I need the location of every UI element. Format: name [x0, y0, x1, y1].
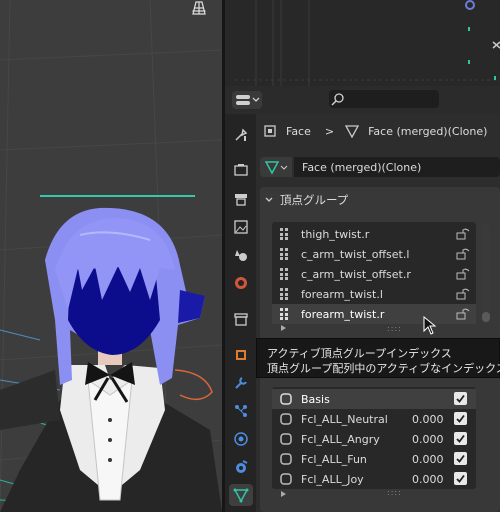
breadcrumb-object: Face — [286, 124, 311, 138]
list-item-active[interactable]: Basis — [272, 389, 476, 409]
editor-type-button[interactable] — [232, 91, 262, 109]
vertex-group-icon — [280, 268, 288, 280]
mesh-browse-button[interactable] — [260, 157, 292, 177]
tab-view-layer[interactable] — [229, 216, 253, 238]
vertex-group-icon — [280, 308, 288, 320]
list-item[interactable]: c_arm_twist_offset.l — [272, 244, 476, 264]
vertex-groups-header[interactable]: 頂点グループ — [260, 188, 348, 212]
shape-key-icon — [280, 433, 292, 445]
shape-key-label: Fcl_ALL_Angry — [301, 432, 380, 446]
list-item[interactable]: Fcl_ALL_Angry 0.000 — [272, 429, 476, 449]
shape-key-icon — [280, 413, 292, 425]
vertex-group-label: forearm_twist.l — [301, 287, 383, 301]
list-item[interactable]: c_arm_twist_offset.r — [272, 264, 476, 284]
properties-content: Face > Face (merged)(Clone) Face (merged… — [256, 114, 500, 512]
shape-key-label: Fcl_ALL_Fun — [301, 452, 367, 466]
tab-collection[interactable] — [229, 308, 253, 330]
shape-key-value[interactable]: 0.000 — [412, 453, 452, 466]
unlock-icon[interactable] — [456, 268, 470, 280]
tab-render[interactable] — [229, 159, 253, 181]
shape-key-value[interactable]: 0.000 — [412, 433, 452, 446]
tab-scene[interactable] — [229, 244, 253, 266]
vertex-groups-title: 頂点グループ — [280, 193, 349, 207]
shape-key-value[interactable]: 0.000 — [412, 413, 452, 426]
shape-key-checkbox[interactable] — [454, 412, 467, 425]
mouse-cursor-icon — [423, 316, 437, 335]
list-item[interactable]: forearm_twist.l — [272, 284, 476, 304]
list-item[interactable]: Fcl_ALL_Joy 0.000 — [272, 469, 476, 489]
list-item[interactable]: Fcl_ALL_Fun 0.000 — [272, 449, 476, 469]
shape-key-icon — [280, 393, 292, 405]
chevron-down-icon — [265, 197, 273, 202]
unlock-icon[interactable] — [456, 228, 470, 240]
grid-icon[interactable] — [188, 0, 210, 18]
shape-key-checkbox[interactable] — [454, 452, 467, 465]
tab-data[interactable] — [229, 484, 253, 506]
shape-key-value[interactable]: 0.000 — [412, 473, 452, 486]
vertex-group-label: forearm_twist.r — [301, 307, 385, 321]
tooltip: アクティブ頂点グループインデックス 頂点グループ配列中のアクティブなインデックス — [256, 338, 500, 378]
shape-key-label: Fcl_ALL_Neutral — [301, 412, 388, 426]
vertex-group-label: c_arm_twist_offset.r — [301, 267, 411, 281]
breadcrumb-mesh: Face (merged)(Clone) — [368, 124, 488, 138]
outliner-area[interactable] — [225, 0, 500, 86]
vertex-group-icon — [280, 248, 288, 260]
shape-key-icon — [280, 473, 292, 485]
list-resize-grip[interactable]: :::: — [387, 488, 402, 497]
shape-key-list[interactable]: Basis Fcl_ALL_Neutral 0.000 Fcl_ALL_Angr… — [272, 387, 476, 489]
tab-physics[interactable] — [229, 428, 253, 450]
shape-key-checkbox[interactable] — [454, 432, 467, 445]
vertex-group-icon — [280, 228, 288, 240]
mesh-icon — [344, 125, 360, 139]
tab-world[interactable] — [229, 272, 253, 294]
tooltip-description: 頂点グループ配列中のアクティブなインデックス — [267, 362, 500, 375]
shape-key-checkbox[interactable] — [454, 392, 467, 405]
unlock-icon[interactable] — [456, 288, 470, 300]
scrollbar-thumb[interactable] — [482, 312, 490, 322]
properties-search-input[interactable] — [329, 90, 439, 108]
shape-key-label: Basis — [301, 392, 330, 406]
tab-constraints[interactable] — [229, 456, 253, 478]
vertex-group-label: thigh_twist.r — [301, 227, 370, 241]
tab-modifiers[interactable] — [229, 372, 253, 394]
list-item[interactable]: Fcl_ALL_Neutral 0.000 — [272, 409, 476, 429]
vertex-group-scrollbar[interactable] — [482, 224, 490, 324]
3d-viewport[interactable] — [0, 0, 222, 512]
list-expand-icon[interactable] — [280, 490, 288, 498]
list-item[interactable]: thigh_twist.r — [272, 224, 476, 244]
shape-key-label: Fcl_ALL_Joy — [301, 472, 364, 486]
shape-key-icon — [280, 453, 292, 465]
breadcrumb: Face > Face (merged)(Clone) — [262, 119, 487, 143]
vertex-group-label: c_arm_twist_offset.l — [301, 247, 410, 261]
vertex-group-icon — [280, 288, 288, 300]
unlock-icon[interactable] — [456, 308, 470, 320]
properties-tabs — [225, 114, 256, 512]
tab-object[interactable] — [229, 344, 253, 366]
mesh-datablock-selector: Face (merged)(Clone) — [260, 156, 500, 178]
mesh-name-field[interactable]: Face (merged)(Clone) — [294, 157, 500, 177]
tab-output[interactable] — [229, 188, 253, 210]
tab-particles[interactable] — [229, 400, 253, 422]
properties-header — [225, 86, 500, 114]
shape-key-checkbox[interactable] — [454, 472, 467, 485]
object-icon — [264, 125, 276, 137]
breadcrumb-separator: > — [324, 124, 335, 138]
search-icon — [331, 93, 344, 106]
tooltip-title: アクティブ頂点グループインデックス — [267, 347, 452, 360]
vertex-group-list[interactable]: thigh_twist.r c_arm_twist_offset.l c_arm… — [272, 222, 476, 324]
list-item-active[interactable]: forearm_twist.r — [272, 304, 476, 324]
tab-tool[interactable] — [229, 124, 253, 146]
list-expand-icon[interactable] — [280, 324, 288, 332]
unlock-icon[interactable] — [456, 248, 470, 260]
list-resize-grip[interactable]: :::: — [387, 324, 402, 333]
